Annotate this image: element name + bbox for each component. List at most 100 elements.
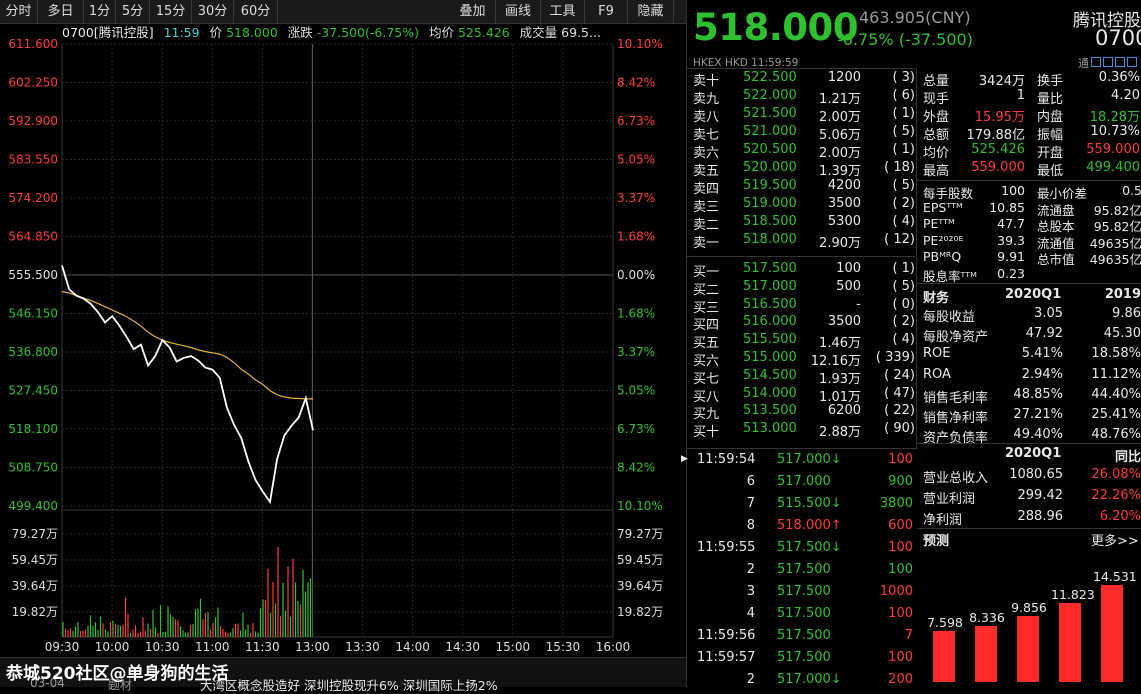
fin-key: 每股净资产 xyxy=(923,330,989,346)
bid-price[interactable]: 514.500 xyxy=(743,368,797,383)
tick-time: 2 xyxy=(746,672,755,687)
ask-price[interactable]: 520.500 xyxy=(743,142,797,157)
fc-sep xyxy=(917,528,1141,529)
forecast-bar xyxy=(1059,603,1081,682)
stat-key2: 最低 xyxy=(1037,164,1064,179)
price-tick-label: 611.600 xyxy=(8,37,58,51)
ask-price[interactable]: 522.000 xyxy=(743,88,797,103)
ask-label: 卖二 xyxy=(693,218,720,233)
time-tick-label: 09:30 xyxy=(45,640,80,654)
tick-price: 517.000 xyxy=(777,474,831,489)
time-tick-label: 11:30 xyxy=(245,640,280,654)
bid-label: 买三 xyxy=(693,300,720,316)
toolbar-btn-3[interactable]: F9 xyxy=(585,0,628,24)
tab-1[interactable]: 多日 xyxy=(38,0,84,24)
forecast-more-link[interactable]: 更多>> xyxy=(1091,530,1139,549)
tick-price: 517.500 xyxy=(777,628,831,643)
tick-pointer: ▶ xyxy=(681,454,688,464)
stat-key: 外盘 xyxy=(923,110,950,125)
pct-tick-label: 1.68% xyxy=(617,230,655,244)
price-tick-label: 508.750 xyxy=(8,461,58,475)
forecast-bar xyxy=(933,631,955,682)
bid-price[interactable]: 515.000 xyxy=(743,350,797,365)
news-headline[interactable]: 大湾区概念股造好 深圳控股现升6% 深圳国际上扬2% xyxy=(200,675,498,694)
period-toolbar: 分时 多日 1分 5分 15分 30分 60分 叠加 画线 工具 F9 隐藏 xyxy=(0,0,686,24)
pct-tick-label: 3.37% xyxy=(617,191,655,205)
price-chart-svg: 611.600 10.10% 602.250 8.42% 592.900 6.73% 583… xyxy=(8,37,663,664)
avg-line xyxy=(61,290,313,400)
edit-icon[interactable] xyxy=(1091,57,1101,67)
toolbar-btn-2[interactable]: 工具 xyxy=(541,0,585,24)
tab-3[interactable]: 5分 xyxy=(116,0,150,24)
ask-price[interactable]: 521.000 xyxy=(743,124,797,139)
ask-count: ( 18) xyxy=(884,160,915,175)
stat-val2: 10.73% xyxy=(1090,124,1140,139)
bid-label: 买九 xyxy=(693,407,720,423)
intraday-chart: 0700[腾讯控股] 11:59 价 518.000 涨跌 -37.500(-6… xyxy=(0,24,686,664)
price-tick-label: 499.400 xyxy=(8,499,58,513)
tick-time: 2 xyxy=(746,562,755,577)
toolbar-btn-4[interactable]: 隐藏 xyxy=(628,0,674,24)
bid-count: ( 339) xyxy=(875,350,915,365)
stat-val: 179.88亿 xyxy=(966,128,1026,143)
pct-tick-label: 5.05% xyxy=(617,153,655,167)
bid-vol: 12.16万 xyxy=(810,354,861,369)
tick-volume: 100 xyxy=(888,540,913,555)
bid-price[interactable]: 514.000 xyxy=(743,386,797,401)
panel-icons[interactable] xyxy=(1091,56,1137,71)
bid-price[interactable]: 515.500 xyxy=(743,332,797,347)
tab-0[interactable]: 分时 xyxy=(0,0,38,24)
ask-vol: 4200 xyxy=(827,178,861,193)
fin2-b: 26.08% xyxy=(1091,467,1141,482)
fin-a: 3.05 xyxy=(1034,306,1063,321)
ask-price[interactable]: 519.000 xyxy=(743,196,797,211)
tick-time: 4 xyxy=(746,606,755,621)
link-icon[interactable] xyxy=(1103,57,1113,67)
toolbar-btn-0[interactable]: 叠加 xyxy=(450,0,496,24)
tab-4[interactable]: 15分 xyxy=(150,0,192,24)
vol-tick-label: 39.64万 xyxy=(12,579,58,593)
close-icon[interactable] xyxy=(1127,57,1137,67)
ask-price[interactable]: 520.000 xyxy=(743,160,797,175)
fin2-col2: 同比 xyxy=(1114,450,1141,465)
vol-tick-label: 19.82万 xyxy=(12,605,58,619)
bid-price[interactable]: 517.000 xyxy=(743,279,797,294)
stat-val: 3424万 xyxy=(978,74,1025,89)
ask-price[interactable]: 522.500 xyxy=(743,70,797,85)
bid-label: 买二 xyxy=(693,282,720,298)
fin-a: 49.40% xyxy=(1013,427,1063,443)
expand-icon[interactable] xyxy=(1115,57,1125,67)
bid-price[interactable]: 513.000 xyxy=(743,421,797,436)
stat-key: 均价 xyxy=(923,146,950,161)
bid-count: ( 2) xyxy=(892,314,915,330)
bid-count: ( 1) xyxy=(892,261,915,276)
pct-tick-label: 5.05% xyxy=(617,384,655,398)
ask-price[interactable]: 519.500 xyxy=(743,178,797,193)
toolbar-btn-1[interactable]: 画线 xyxy=(496,0,541,24)
ask-vol: 3500 xyxy=(827,196,861,211)
stat-val: 525.426 xyxy=(971,142,1025,157)
tick-sep xyxy=(687,448,917,449)
stats-sep xyxy=(917,180,1141,181)
stat2-val: 9.91 xyxy=(997,249,1025,264)
stat-val: 15.95万 xyxy=(974,110,1025,125)
tab-5[interactable]: 30分 xyxy=(192,0,234,24)
tab-6[interactable]: 60分 xyxy=(234,0,278,24)
bid-count: ( 90) xyxy=(884,421,915,437)
bid-price[interactable]: 517.500 xyxy=(743,261,797,276)
bid-price[interactable]: 513.500 xyxy=(743,403,797,418)
pct-tick-label: 0.00% xyxy=(617,268,655,282)
bid-price[interactable]: 516.500 xyxy=(743,297,797,312)
bid-vol: 2.88万 xyxy=(819,425,861,441)
ask-price[interactable]: 518.500 xyxy=(743,214,797,229)
ask-price[interactable]: 521.500 xyxy=(743,106,797,121)
ask-price[interactable]: 518.000 xyxy=(743,232,797,247)
fin-b: 25.41% xyxy=(1091,407,1141,422)
tab-2[interactable]: 1分 xyxy=(84,0,116,24)
bid-count: ( 0) xyxy=(892,296,915,312)
time-tick-label: 13:00 xyxy=(295,640,330,654)
fin2-col1: 2020Q1 xyxy=(1005,446,1062,461)
ask-label: 卖三 xyxy=(693,200,720,215)
bid-price[interactable]: 516.000 xyxy=(743,314,797,329)
tick-price: 517.500 xyxy=(777,584,831,599)
